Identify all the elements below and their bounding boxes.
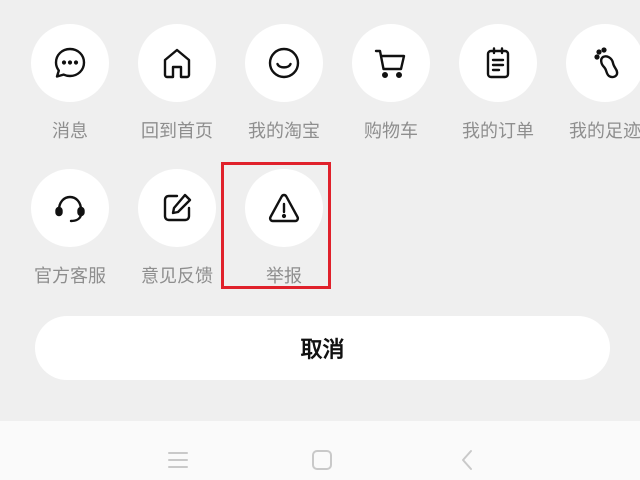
customer-service-button[interactable] [31, 169, 109, 247]
cart-icon [374, 49, 406, 79]
message-button[interactable] [31, 24, 109, 102]
my-taobao-button[interactable] [245, 24, 323, 102]
order-icon [486, 47, 510, 79]
menu-item-label: 官方客服 [34, 266, 106, 287]
menu-item-label: 购物车 [364, 121, 418, 142]
headset-icon [55, 195, 85, 223]
menu-item-footprint[interactable]: 我的足迹 [559, 24, 640, 144]
feedback-button[interactable] [138, 169, 216, 247]
cancel-button[interactable]: 取消 [35, 316, 610, 380]
report-highlight-box [221, 162, 331, 289]
orders-button[interactable] [459, 24, 537, 102]
menu-item-label: 我的订单 [462, 121, 534, 142]
menu-icon [168, 452, 188, 468]
home-button[interactable] [138, 24, 216, 102]
menu-item-message[interactable]: 消息 [24, 24, 120, 144]
nav-menu-button[interactable] [166, 448, 190, 472]
menu-item-label: 消息 [52, 121, 88, 142]
menu-item-label: 我的足迹 [569, 121, 640, 142]
menu-item-cart[interactable]: 购物车 [345, 24, 441, 144]
cart-button[interactable] [352, 24, 430, 102]
menu-item-home[interactable]: 回到首页 [131, 24, 227, 144]
home-square-icon [312, 450, 332, 470]
nav-back-button[interactable] [456, 448, 480, 472]
message-icon [54, 47, 86, 78]
footprint-icon [594, 47, 619, 79]
menu-item-label: 我的淘宝 [248, 121, 320, 142]
nav-home-button[interactable] [310, 448, 334, 472]
edit-icon [163, 193, 192, 222]
menu-item-label: 意见反馈 [141, 266, 213, 287]
share-action-sheet: 消息 回到首页 我的淘宝 购物车 我的订单 我的足迹 官方客服 意见反馈 举报 … [0, 0, 640, 421]
menu-item-customer-service[interactable]: 官方客服 [24, 169, 120, 289]
menu-item-label: 回到首页 [141, 121, 213, 142]
smile-icon [268, 47, 300, 79]
menu-item-my-orders[interactable]: 我的订单 [452, 24, 548, 144]
footprint-button[interactable] [566, 24, 640, 102]
home-icon [163, 48, 191, 79]
menu-item-feedback[interactable]: 意见反馈 [131, 169, 227, 289]
menu-item-my-taobao[interactable]: 我的淘宝 [238, 24, 334, 144]
back-icon [462, 450, 472, 470]
